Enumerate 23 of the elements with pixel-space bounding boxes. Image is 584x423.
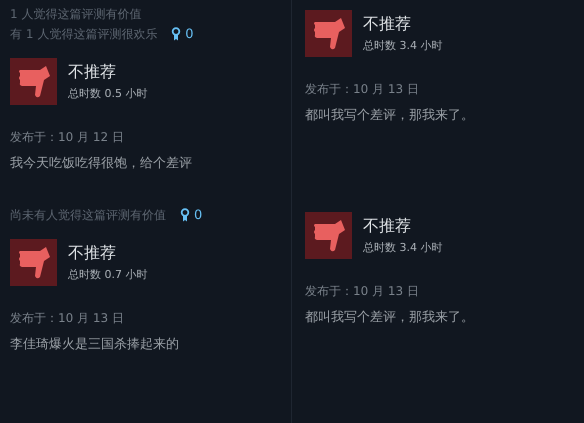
posted-date: 发布于：10 月 13 日 [10, 310, 124, 327]
review-verdict: 不推荐 [363, 216, 412, 237]
award-count: 0 [185, 26, 194, 42]
award-ribbon-icon [171, 27, 182, 41]
review-verdict: 不推荐 [363, 14, 412, 35]
helpful-count-text: 1 人觉得这篇评测有价值 [10, 6, 142, 22]
playtime-text: 总时数 3.4 小时 [363, 38, 442, 53]
helpful-count-text: 有 1 人觉得这篇评测很欢乐 [10, 26, 158, 42]
review-verdict: 不推荐 [68, 62, 117, 83]
review-text: 都叫我写个差评，那我来了。 [305, 107, 474, 124]
helpful-count-text: 尚未有人觉得这篇评测有价值 [10, 206, 166, 224]
review-text: 都叫我写个差评，那我来了。 [305, 309, 474, 326]
posted-date: 发布于：10 月 13 日 [305, 81, 419, 98]
review-text: 我今天吃饭吃得很饱，给个差评 [10, 155, 192, 172]
review-text: 李佳琦爆火是三国杀捧起来的 [10, 336, 179, 353]
posted-date: 发布于：10 月 12 日 [10, 129, 124, 146]
playtime-text: 总时数 0.7 小时 [68, 267, 148, 282]
review-verdict: 不推荐 [68, 243, 117, 264]
playtime-text: 总时数 3.4 小时 [363, 240, 442, 255]
award-ribbon-icon [180, 208, 190, 222]
playtime-text: 总时数 0.5 小时 [68, 86, 148, 101]
award-count: 0 [194, 208, 202, 222]
posted-date: 发布于：10 月 13 日 [305, 283, 419, 300]
